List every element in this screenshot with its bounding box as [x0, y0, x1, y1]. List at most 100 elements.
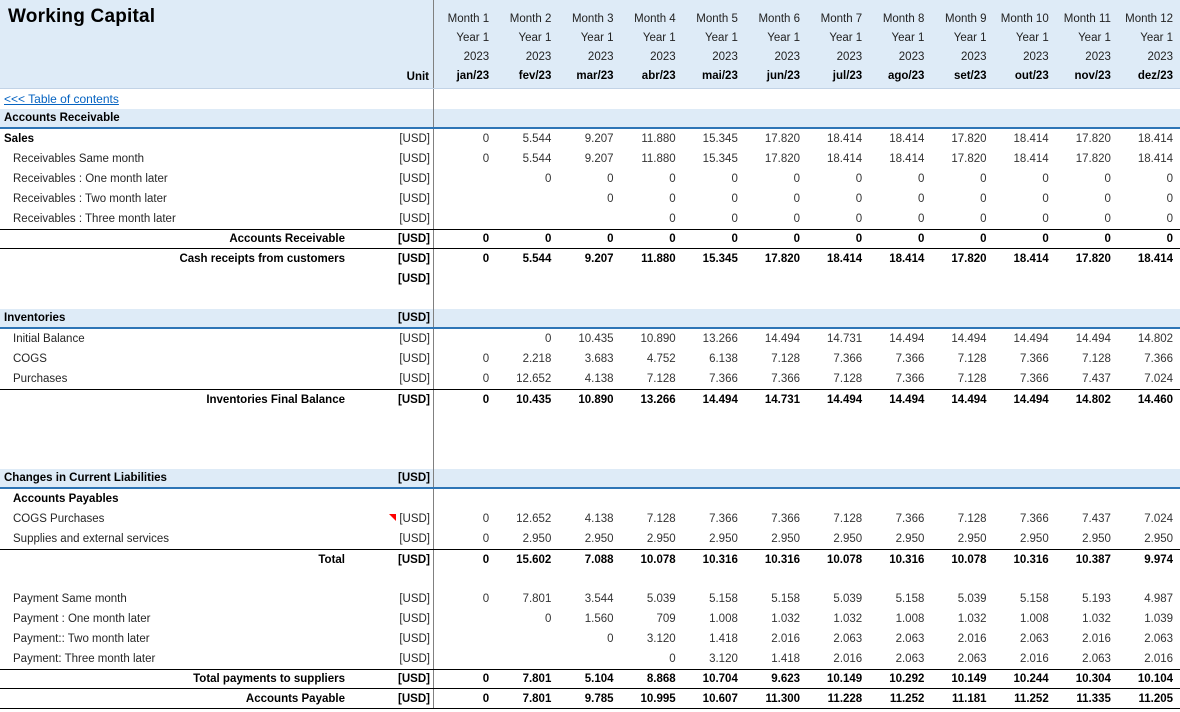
value-cell[interactable]: 7.128 [931, 353, 993, 365]
unit-cell[interactable]: [USD] [347, 554, 433, 566]
value-cell[interactable]: 18.414 [1118, 133, 1180, 145]
value-cell[interactable]: 9.207 [558, 253, 620, 265]
value-cell[interactable]: 17.820 [745, 133, 807, 145]
value-cell[interactable]: 11.880 [621, 153, 683, 165]
value-cell[interactable]: 14.494 [683, 394, 745, 406]
value-cell[interactable]: 14.494 [931, 394, 993, 406]
value-cell[interactable]: 10.149 [931, 673, 993, 685]
value-cell[interactable]: 10.292 [869, 673, 931, 685]
value-cell[interactable]: 11.181 [931, 693, 993, 705]
value-cell[interactable]: 7.088 [558, 554, 620, 566]
value-cell[interactable]: 7.366 [869, 353, 931, 365]
value-cell[interactable]: 11.228 [807, 693, 869, 705]
row-label[interactable]: Payment: Three month later [0, 653, 347, 665]
value-cell[interactable]: 4.987 [1118, 593, 1180, 605]
value-cell[interactable]: 7.366 [869, 513, 931, 525]
unit-cell[interactable]: [USD] [347, 693, 433, 705]
value-cell[interactable]: 2.063 [1118, 633, 1180, 645]
value-cell[interactable]: 2.063 [807, 633, 869, 645]
value-cell[interactable]: 0 [807, 173, 869, 185]
value-cell[interactable]: 14.494 [931, 333, 993, 345]
value-cell[interactable]: 0 [496, 613, 558, 625]
unit-cell[interactable]: [USD] [347, 213, 433, 225]
value-cell[interactable]: 15.345 [683, 133, 745, 145]
row-label[interactable]: Payment : One month later [0, 613, 347, 625]
unit-cell[interactable]: [USD] [347, 153, 433, 165]
value-cell[interactable]: 1.560 [558, 613, 620, 625]
unit-cell[interactable]: [USD] [347, 533, 433, 545]
value-cell[interactable]: 2.950 [745, 533, 807, 545]
value-cell[interactable]: 14.731 [807, 333, 869, 345]
value-cell[interactable]: 0 [1118, 233, 1180, 245]
month-header-cell[interactable]: Month 7Year 12023jul/23 [807, 0, 869, 88]
unit-cell[interactable]: [USD] [347, 333, 433, 345]
value-cell[interactable]: 10.704 [683, 673, 745, 685]
value-cell[interactable]: 11.252 [994, 693, 1056, 705]
row-label[interactable]: Cash receipts from customers [0, 253, 347, 265]
value-cell[interactable]: 0 [1118, 213, 1180, 225]
value-cell[interactable]: 2.016 [1056, 633, 1118, 645]
value-cell[interactable]: 15.602 [496, 554, 558, 566]
unit-cell[interactable]: [USD] [347, 653, 433, 665]
value-cell[interactable]: 5.544 [496, 153, 558, 165]
value-cell[interactable]: 2.063 [994, 633, 1056, 645]
value-cell[interactable]: 0 [683, 213, 745, 225]
month-header-cell[interactable]: Month 3Year 12023mar/23 [558, 0, 620, 88]
value-cell[interactable]: 12.652 [496, 373, 558, 385]
value-cell[interactable]: 7.128 [621, 513, 683, 525]
value-cell[interactable]: 0 [558, 173, 620, 185]
value-cell[interactable]: 11.300 [745, 693, 807, 705]
value-cell[interactable]: 0 [807, 193, 869, 205]
value-cell[interactable]: 0 [621, 653, 683, 665]
value-cell[interactable]: 4.138 [558, 373, 620, 385]
row-label[interactable]: Payment Same month [0, 593, 347, 605]
row-label[interactable]: Receivables : Two month later [0, 193, 347, 205]
value-cell[interactable]: 5.544 [496, 253, 558, 265]
value-cell[interactable]: 10.304 [1056, 673, 1118, 685]
value-cell[interactable]: 18.414 [994, 253, 1056, 265]
value-cell[interactable]: 18.414 [807, 153, 869, 165]
value-cell[interactable]: 7.024 [1118, 513, 1180, 525]
value-cell[interactable]: 0 [1118, 173, 1180, 185]
value-cell[interactable]: 2.950 [1118, 533, 1180, 545]
value-cell[interactable]: 10.435 [558, 333, 620, 345]
value-cell[interactable]: 10.316 [683, 554, 745, 566]
value-cell[interactable]: 2.016 [931, 633, 993, 645]
value-cell[interactable]: 7.128 [931, 373, 993, 385]
value-cell[interactable]: 0 [745, 193, 807, 205]
month-header-cell[interactable]: Month 1Year 12023jan/23 [434, 0, 496, 88]
value-cell[interactable]: 14.494 [869, 394, 931, 406]
value-cell[interactable]: 2.950 [807, 533, 869, 545]
value-cell[interactable]: 0 [869, 173, 931, 185]
value-cell[interactable]: 9.623 [745, 673, 807, 685]
row-label[interactable]: Inventories [0, 312, 347, 324]
value-cell[interactable]: 2.950 [621, 533, 683, 545]
value-cell[interactable]: 11.335 [1056, 693, 1118, 705]
value-cell[interactable]: 18.414 [994, 153, 1056, 165]
value-cell[interactable]: 7.801 [496, 693, 558, 705]
unit-cell[interactable]: [USD] [347, 193, 433, 205]
value-cell[interactable]: 17.820 [931, 133, 993, 145]
value-cell[interactable]: 17.820 [745, 153, 807, 165]
value-cell[interactable]: 0 [745, 213, 807, 225]
value-cell[interactable]: 1.032 [931, 613, 993, 625]
value-cell[interactable]: 0 [621, 173, 683, 185]
value-cell[interactable]: 17.820 [1056, 133, 1118, 145]
unit-cell[interactable]: [USD] [347, 513, 433, 525]
month-header-cell[interactable]: Month 6Year 12023jun/23 [745, 0, 807, 88]
month-header-cell[interactable]: Month 12Year 12023dez/23 [1118, 0, 1180, 88]
value-cell[interactable]: 10.607 [683, 693, 745, 705]
value-cell[interactable]: 7.437 [1056, 513, 1118, 525]
unit-cell[interactable]: [USD] [347, 353, 433, 365]
value-cell[interactable]: 10.149 [807, 673, 869, 685]
value-cell[interactable]: 8.868 [621, 673, 683, 685]
value-cell[interactable]: 11.880 [621, 253, 683, 265]
unit-cell[interactable]: [USD] [347, 233, 433, 245]
row-label[interactable]: Receivables : One month later [0, 173, 347, 185]
value-cell[interactable]: 0 [434, 394, 496, 406]
value-cell[interactable]: 14.494 [994, 333, 1056, 345]
value-cell[interactable]: 0 [558, 193, 620, 205]
value-cell[interactable]: 0 [434, 353, 496, 365]
value-cell[interactable]: 10.078 [807, 554, 869, 566]
value-cell[interactable]: 0 [931, 173, 993, 185]
